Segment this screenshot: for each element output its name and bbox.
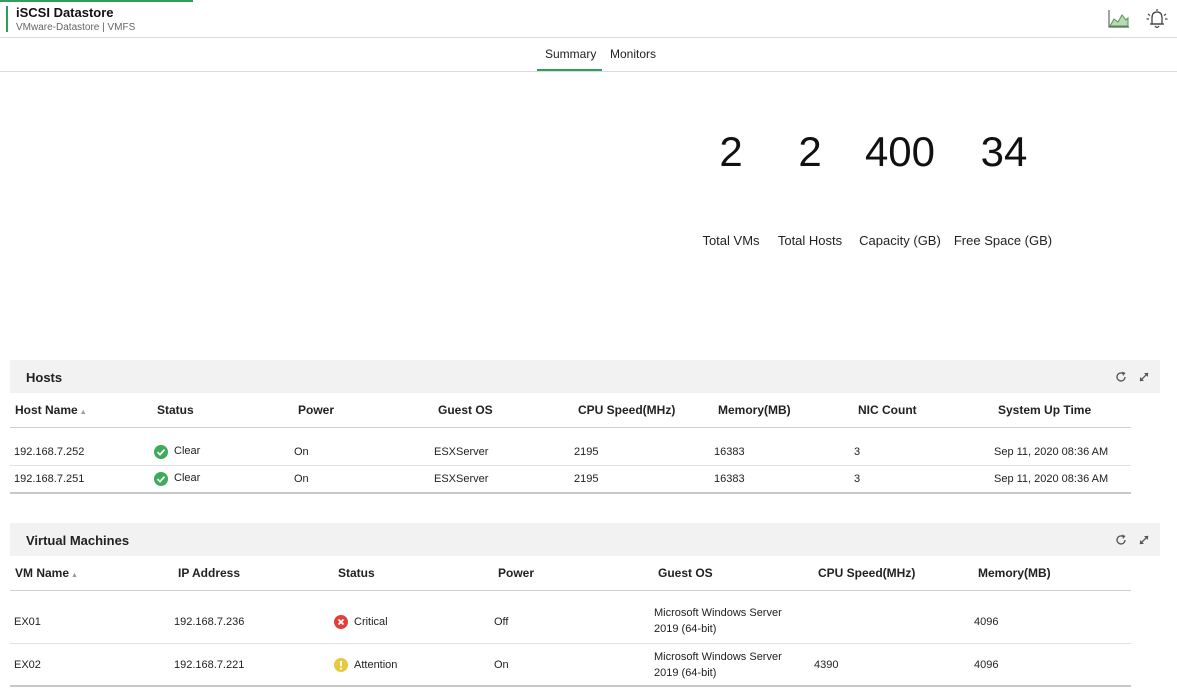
col-cpu-speed[interactable]: CPU Speed(MHz): [578, 403, 675, 417]
col-vm-name[interactable]: VM Name ▲: [15, 566, 78, 580]
sort-icon: ▲: [71, 572, 78, 579]
cpu-speed-cell: 4390: [814, 659, 839, 671]
col-guest-os[interactable]: Guest OS: [658, 566, 713, 580]
tab-bar: Summary Monitors: [0, 38, 1177, 72]
page-header: iSCSI Datastore VMware-Datastore | VMFS: [0, 0, 1177, 38]
stat-free-space-value: 34: [980, 128, 1028, 175]
col-memory[interactable]: Memory(MB): [718, 403, 791, 417]
vm-name-cell: EX01: [14, 616, 41, 628]
nic-count-cell: 3: [854, 473, 861, 485]
guest-os-line: 2019 (64-bit): [654, 623, 717, 635]
vms-panel-title: Virtual Machines: [26, 533, 130, 548]
col-power[interactable]: Power: [298, 403, 334, 417]
sort-icon: ▲: [79, 409, 87, 416]
col-power[interactable]: Power: [498, 566, 534, 580]
col-system-up-time[interactable]: System Up Time: [998, 403, 1091, 417]
memory-cell: 4096: [974, 659, 999, 671]
status-cell: Critical: [354, 616, 388, 628]
power-cell: On: [294, 446, 309, 458]
ip-address-cell: 192.168.7.221: [174, 659, 245, 671]
ip-address-cell: 192.168.7.236: [174, 616, 245, 628]
vm-name-cell: EX02: [14, 659, 41, 671]
virtual-machines-panel: Virtual Machines VM Name ▲ IP Address Sta…: [10, 523, 1160, 689]
status-cell: Attention: [354, 659, 398, 671]
memory-cell: 4096: [974, 616, 999, 628]
header-accent-line: [0, 0, 193, 2]
guest-os-cell: Microsoft Windows Server 2019 (64-bit): [654, 649, 782, 681]
warning-circle-icon: [334, 658, 348, 672]
uptime-cell: Sep 11, 2020 08:36 AM: [994, 473, 1109, 485]
uptime-cell: Sep 11, 2020 08:36 AM: [994, 446, 1109, 458]
memory-cell: 16383: [714, 473, 745, 485]
stat-capacity-label: Capacity (GB): [859, 233, 941, 248]
nic-count-cell: 3: [854, 446, 861, 458]
col-guest-os[interactable]: Guest OS: [438, 403, 493, 417]
table-header-divider: [10, 590, 1131, 591]
row-divider: [10, 465, 1131, 466]
host-name-cell: 192.168.7.252: [14, 446, 85, 458]
tab-summary[interactable]: Summary: [545, 47, 596, 61]
power-cell: On: [294, 473, 309, 485]
col-cpu-speed[interactable]: CPU Speed(MHz): [818, 566, 915, 580]
host-name-cell: 192.168.7.251: [14, 473, 85, 485]
stat-free-space-label: Free Space (GB): [953, 233, 1053, 248]
expand-icon[interactable]: [1137, 370, 1151, 384]
header-left-bar: [6, 6, 8, 32]
refresh-icon[interactable]: [1114, 370, 1128, 384]
table-bottom-divider: [10, 685, 1131, 687]
stat-total-hosts-value: 2: [798, 128, 822, 175]
cpu-speed-cell: 2195: [574, 473, 599, 485]
guest-os-line: 2019 (64-bit): [654, 667, 717, 679]
guest-os-line: Microsoft Windows Server: [654, 607, 782, 619]
col-status[interactable]: Status: [157, 403, 194, 417]
page-title: iSCSI Datastore: [16, 5, 114, 20]
hosts-panel: Hosts Host Name ▲ Status Power Guest OS C…: [10, 360, 1160, 495]
hosts-panel-title: Hosts: [26, 370, 63, 385]
col-nic-count[interactable]: NIC Count: [858, 403, 917, 417]
tab-monitors[interactable]: Monitors: [610, 47, 656, 61]
error-circle-icon: [334, 615, 348, 629]
col-memory[interactable]: Memory(MB): [978, 566, 1051, 580]
status-cell: Clear: [174, 472, 201, 484]
status-cell: Clear: [174, 445, 201, 457]
row-divider: [10, 643, 1131, 644]
col-host-name-label: Host Name: [15, 403, 78, 417]
guest-os-cell: ESXServer: [434, 446, 489, 458]
col-host-name[interactable]: Host Name ▲: [15, 403, 87, 417]
table-header-divider: [10, 427, 1131, 428]
expand-icon[interactable]: [1137, 533, 1151, 547]
graph-icon[interactable]: [1107, 8, 1131, 30]
stat-capacity-value: 400: [864, 128, 936, 175]
vms-panel-header: Virtual Machines: [10, 523, 1160, 556]
power-cell: Off: [494, 616, 509, 628]
alarm-bell-icon[interactable]: [1145, 8, 1169, 30]
refresh-icon[interactable]: [1114, 533, 1128, 547]
page-subtitle: VMware-Datastore | VMFS: [16, 22, 136, 33]
guest-os-cell: ESXServer: [434, 473, 489, 485]
check-circle-icon: [154, 445, 168, 459]
cpu-speed-cell: 2195: [574, 446, 599, 458]
guest-os-cell: Microsoft Windows Server 2019 (64-bit): [654, 605, 782, 637]
col-status[interactable]: Status: [338, 566, 375, 580]
col-ip-address[interactable]: IP Address: [178, 566, 240, 580]
col-vm-name-label: VM Name: [15, 566, 70, 580]
hosts-panel-header: Hosts: [10, 360, 1160, 393]
check-circle-icon: [154, 472, 168, 486]
memory-cell: 16383: [714, 446, 745, 458]
table-bottom-divider: [10, 492, 1131, 494]
power-cell: On: [494, 659, 509, 671]
guest-os-line: Microsoft Windows Server: [654, 651, 782, 663]
active-tab-indicator: [537, 69, 602, 71]
